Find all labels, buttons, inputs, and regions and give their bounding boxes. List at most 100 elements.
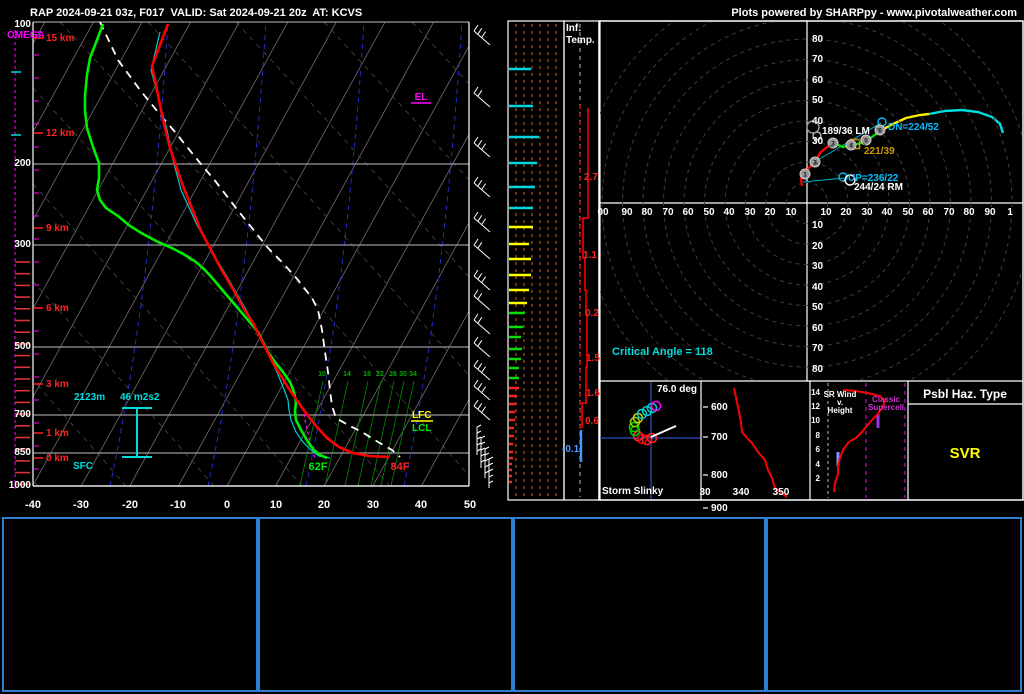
hodo-y-tick: 10	[812, 220, 824, 231]
pressure-label: 300	[14, 239, 31, 250]
temp-axis-tick: 20	[317, 499, 331, 511]
inf-temp-value: 2.7	[584, 172, 598, 183]
hodo-x-tick: 80	[963, 207, 975, 218]
hodo-y-tick: 50	[812, 302, 824, 313]
hodo-x-tick: 10	[820, 207, 832, 218]
surface-dewpoint-label: 62F	[308, 461, 328, 473]
inf-temp-value: 1.6	[586, 388, 600, 399]
pressure-label: 1000	[8, 480, 31, 491]
srwind-y-tick: 6	[815, 445, 820, 454]
lfc-label: LFC	[412, 410, 432, 421]
thetae-x-tick: 340	[732, 487, 750, 498]
mixing-ratio-label: 30	[399, 371, 407, 378]
pressure-label: 100	[14, 19, 31, 30]
hodo-x-tick: 30	[861, 207, 873, 218]
mixing-ratio-label: 10	[318, 371, 326, 378]
height-label: 6 km	[46, 303, 69, 314]
srwind-y-tick: 2	[815, 474, 820, 483]
height-label: 9 km	[46, 223, 69, 234]
hodo-x-tick: 30	[744, 207, 756, 218]
cloud-layer-wind-label: 221/39	[864, 146, 895, 157]
srwind-y-tick: 10	[811, 416, 820, 425]
hodo-x-tick: 90	[621, 207, 633, 218]
right-mover-label: 244/24 RM	[854, 182, 903, 193]
hodo-y-tick: 60	[812, 323, 824, 334]
height-label: 1 km	[46, 428, 69, 439]
hodo-x-tick: 50	[902, 207, 914, 218]
temp-axis-tick: -20	[122, 499, 138, 511]
lcl-label: LCL	[412, 423, 432, 434]
classic-supercell-label: Supercell	[867, 403, 905, 412]
wind-barb-column	[473, 24, 494, 488]
svg-text:1: 1	[803, 171, 807, 178]
inf-temp-value: 0.6	[585, 416, 599, 427]
inf-temp-value: 1.1	[583, 250, 597, 261]
temp-axis-tick: 40	[414, 499, 428, 511]
srwind-title: Height	[827, 406, 853, 415]
thetae-x-tick: 350	[772, 487, 790, 498]
thetae-y-tick: 900	[711, 503, 728, 514]
height-label: 0 km	[46, 453, 69, 464]
hodo-y-tick: 40	[812, 282, 824, 293]
hodo-x-tick: 40	[723, 207, 735, 218]
slinky-title: Storm Slinky	[602, 486, 664, 497]
thetae-x-tick: 30	[699, 487, 711, 498]
omega-axis	[11, 30, 43, 490]
svg-text:5: 5	[864, 137, 868, 144]
temp-axis-tick: -30	[73, 499, 89, 511]
pressure-label: 500	[14, 341, 31, 352]
srwind-y-tick: 8	[815, 431, 820, 440]
mixing-ratio-label: 18	[363, 371, 371, 378]
temp-axis-tick: -10	[170, 499, 186, 511]
hodo-y-tick: 80	[812, 34, 824, 45]
hodograph: 123 456	[598, 20, 1024, 501]
hodo-y-tick: 20	[812, 241, 824, 252]
eil-height-label: 2123m	[74, 392, 106, 403]
pressure-label: 700	[14, 409, 31, 420]
hodo-x-tick: 1	[1007, 207, 1013, 218]
eil-srh-label: 46 m2s2	[120, 392, 160, 403]
hodo-y-tick: 70	[812, 54, 824, 65]
temp-axis-tick: 10	[269, 499, 283, 511]
skewt-markers	[122, 102, 433, 458]
temp-axis-tick: 30	[366, 499, 380, 511]
svg-text:4: 4	[849, 142, 853, 149]
hodo-x-tick: 40	[881, 207, 893, 218]
hodo-y-tick: 70	[812, 343, 824, 354]
mixing-ratio-label: 22	[376, 371, 384, 378]
panel-parcel-table	[2, 517, 258, 692]
temp-axis-tick: -40	[25, 499, 41, 511]
pressure-label: 850	[14, 447, 31, 458]
panel-sars	[513, 517, 766, 692]
hodo-x-tick: 50	[703, 207, 715, 218]
thetae-y-tick: 800	[711, 470, 728, 481]
inf-temp-title: Temp.	[566, 35, 595, 46]
hodo-y-tick: 30	[812, 136, 824, 147]
sharppy-sounding-page: { "header": { "left": "RAP 2024-09-21 03…	[0, 0, 1024, 694]
srwind-y-tick: 4	[815, 460, 820, 469]
hodo-x-tick: 90	[984, 207, 996, 218]
hodo-x-tick: 10	[785, 207, 797, 218]
pressure-label: 200	[14, 158, 31, 169]
hodo-x-tick: 60	[682, 207, 694, 218]
hodo-x-tick: 20	[840, 207, 852, 218]
hodo-y-tick: 60	[812, 75, 824, 86]
hodo-x-tick: 20	[764, 207, 776, 218]
srwind-y-tick: 14	[811, 388, 820, 397]
height-label: 3 km	[46, 379, 69, 390]
inf-temp-value: 0.2	[585, 308, 599, 319]
hazard-title: Psbl Haz. Type	[923, 387, 1007, 401]
hodo-y-tick: 30	[812, 261, 824, 272]
sfc-label: SFC	[73, 461, 93, 472]
srwind-y-tick: 12	[811, 402, 820, 411]
hodo-x-tick: 00	[597, 207, 609, 218]
height-label: 15 km	[46, 33, 75, 44]
hazard-value: SVR	[949, 445, 981, 462]
hodo-x-tick: 70	[943, 207, 955, 218]
hodo-y-tick: 50	[812, 95, 824, 106]
mixing-ratio-label: 26	[389, 371, 397, 378]
left-mover-label: 189/36 LM	[822, 126, 870, 137]
hodo-x-tick: 70	[662, 207, 674, 218]
moisture-column	[507, 20, 565, 501]
hodo-x-tick: 60	[922, 207, 934, 218]
